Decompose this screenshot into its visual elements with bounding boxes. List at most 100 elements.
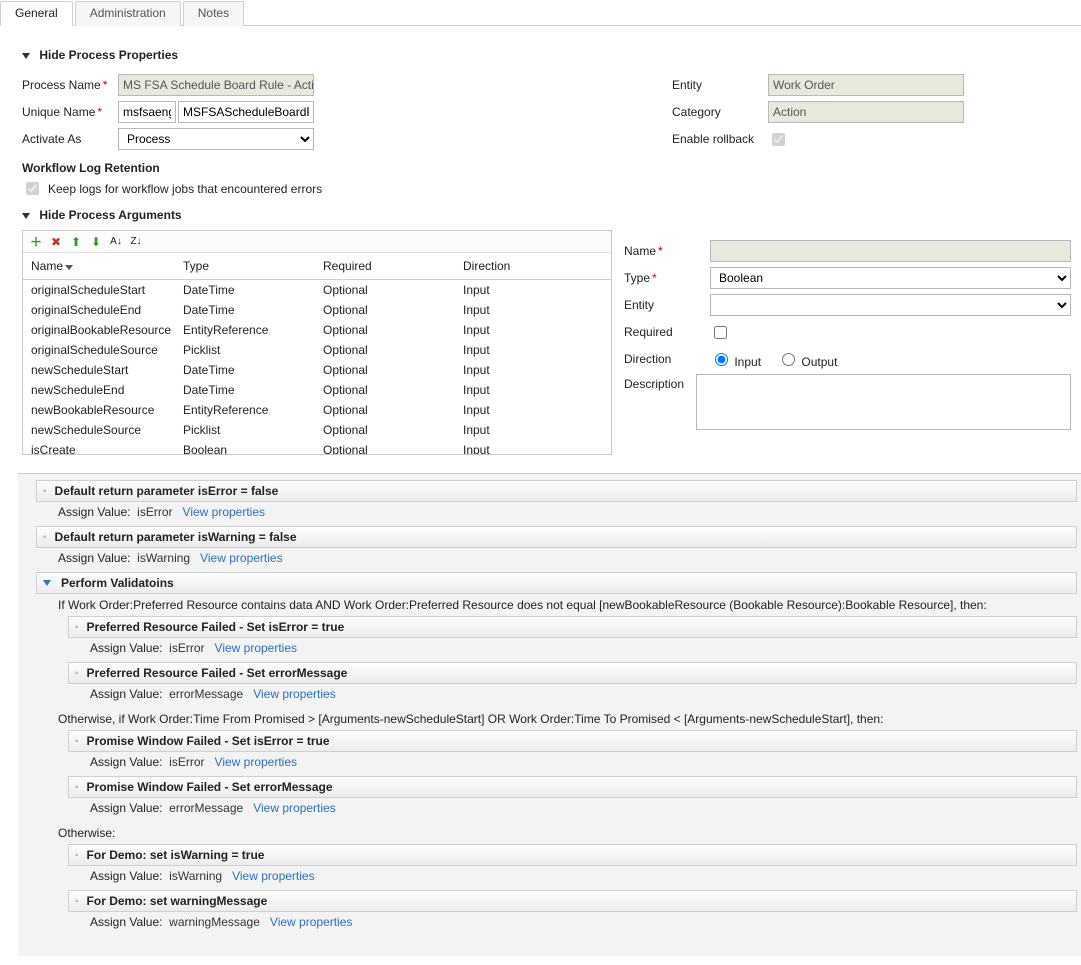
cell-type: DateTime xyxy=(183,283,323,297)
step-title: Preferred Resource Failed - Set errorMes… xyxy=(87,666,348,680)
argform-label-name: Name* xyxy=(624,244,710,258)
condition-text: Otherwise, if Work Order:Time From Promi… xyxy=(36,708,1077,730)
cell-direction: Input xyxy=(463,383,611,397)
table-row[interactable]: newBookableResourceEntityReferenceOption… xyxy=(23,400,611,420)
chevron-down-icon xyxy=(43,580,51,586)
cell-required: Optional xyxy=(323,363,463,377)
argform-type-select[interactable]: Boolean xyxy=(710,267,1071,289)
view-properties-link[interactable]: View properties xyxy=(183,505,266,519)
step-subline: Assign Value: isError View properties xyxy=(68,752,1077,774)
col-type[interactable]: Type xyxy=(183,259,323,273)
table-row[interactable]: originalScheduleSourcePicklistOptionalIn… xyxy=(23,340,611,360)
step-pref-res-iserror[interactable]: ◦ Preferred Resource Failed - Set isErro… xyxy=(68,616,1077,638)
cell-type: Picklist xyxy=(183,423,323,437)
keep-logs-checkbox[interactable] xyxy=(26,182,39,195)
step-promise-errmsg[interactable]: ◦ Promise Window Failed - Set errorMessa… xyxy=(68,776,1077,798)
cell-required: Optional xyxy=(323,403,463,417)
cell-direction: Input xyxy=(463,403,611,417)
table-row[interactable]: newScheduleSourcePicklistOptionalInput xyxy=(23,420,611,440)
tab-strip: General Administration Notes xyxy=(0,0,1081,26)
cell-name: originalScheduleSource xyxy=(23,343,183,357)
table-row[interactable]: originalScheduleStartDateTimeOptionalInp… xyxy=(23,280,611,300)
step-promise-iserror[interactable]: ◦ Promise Window Failed - Set isError = … xyxy=(68,730,1077,752)
table-row[interactable]: newScheduleEndDateTimeOptionalInput xyxy=(23,380,611,400)
enable-rollback-checkbox[interactable] xyxy=(772,133,785,146)
process-name-field: MS FSA Schedule Board Rule - Action Sa xyxy=(118,74,314,96)
sort-az-icon[interactable]: A↓ xyxy=(109,235,123,249)
cell-type: DateTime xyxy=(183,303,323,317)
cell-required: Optional xyxy=(323,423,463,437)
table-row[interactable]: originalScheduleEndDateTimeOptionalInput xyxy=(23,300,611,320)
view-properties-link[interactable]: View properties xyxy=(215,755,298,769)
col-direction[interactable]: Direction xyxy=(463,259,611,273)
argform-label-required: Required xyxy=(624,325,710,339)
label-process-name: Process Name* xyxy=(22,78,118,92)
cell-name: newScheduleEnd xyxy=(23,383,183,397)
category-field: Action xyxy=(768,101,964,123)
delete-icon[interactable]: ✖ xyxy=(49,235,63,249)
arrow-down-icon[interactable]: ⬇ xyxy=(89,235,103,249)
toggle-process-properties[interactable]: Hide Process Properties xyxy=(22,48,1071,62)
step-iswarning-false[interactable]: ◦ Default return parameter isWarning = f… xyxy=(36,526,1077,548)
argform-required-checkbox[interactable] xyxy=(714,326,727,339)
cell-type: DateTime xyxy=(183,363,323,377)
keep-logs-label: Keep logs for workflow jobs that encount… xyxy=(48,182,322,196)
col-required[interactable]: Required xyxy=(323,259,463,273)
view-properties-link[interactable]: View properties xyxy=(200,551,283,565)
step-pref-res-errmsg[interactable]: ◦ Preferred Resource Failed - Set errorM… xyxy=(68,662,1077,684)
cell-direction: Input xyxy=(463,363,611,377)
sort-za-icon[interactable]: Z↓ xyxy=(129,235,143,249)
view-properties-link[interactable]: View properties xyxy=(215,641,298,655)
argform-entity-select[interactable] xyxy=(710,294,1071,316)
cell-name: newBookableResource xyxy=(23,403,183,417)
arguments-grid: ＋ ✖ ⬆ ⬇ A↓ Z↓ Name Type Required Directi… xyxy=(22,230,612,455)
cell-name: originalScheduleEnd xyxy=(23,303,183,317)
argform-label-direction: Direction xyxy=(624,352,710,366)
workflow-log-retention-header: Workflow Log Retention xyxy=(22,161,642,175)
add-icon[interactable]: ＋ xyxy=(29,235,43,249)
bullet-icon: ◦ xyxy=(75,622,79,633)
label-unique-name: Unique Name* xyxy=(22,105,118,119)
argform-label-entity: Entity xyxy=(624,298,710,312)
unique-name-prefix[interactable] xyxy=(118,101,176,123)
step-perform-validations[interactable]: Perform Validatoins xyxy=(36,572,1077,594)
unique-name-field[interactable] xyxy=(178,101,314,123)
argform-direction-input[interactable]: Input xyxy=(710,350,761,369)
step-title: Promise Window Failed - Set errorMessage xyxy=(87,780,333,794)
chevron-down-icon xyxy=(22,213,30,219)
table-row[interactable]: isCreateBooleanOptionalInput xyxy=(23,440,611,454)
arguments-grid-body[interactable]: originalScheduleStartDateTimeOptionalInp… xyxy=(23,280,611,454)
step-title: Preferred Resource Failed - Set isError … xyxy=(87,620,345,634)
step-iserror-false[interactable]: ◦ Default return parameter isError = fal… xyxy=(36,480,1077,502)
bullet-icon: ◦ xyxy=(43,486,47,497)
step-title: For Demo: set warningMessage xyxy=(87,894,268,908)
tab-administration[interactable]: Administration xyxy=(75,1,181,26)
cell-direction: Input xyxy=(463,323,611,337)
activate-as-select[interactable]: Process xyxy=(118,128,314,150)
view-properties-link[interactable]: View properties xyxy=(232,869,315,883)
chevron-down-icon xyxy=(22,53,30,59)
view-properties-link[interactable]: View properties xyxy=(253,801,336,815)
cell-required: Optional xyxy=(323,283,463,297)
keep-logs-row[interactable]: Keep logs for workflow jobs that encount… xyxy=(22,179,642,198)
col-name[interactable]: Name xyxy=(23,259,183,273)
step-demo-warnmsg[interactable]: ◦ For Demo: set warningMessage xyxy=(68,890,1077,912)
tab-notes[interactable]: Notes xyxy=(183,1,244,26)
table-row[interactable]: originalBookableResourceEntityReferenceO… xyxy=(23,320,611,340)
bullet-icon: ◦ xyxy=(75,782,79,793)
toggle-process-arguments[interactable]: Hide Process Arguments xyxy=(22,208,1071,222)
bullet-icon: ◦ xyxy=(75,668,79,679)
tab-general[interactable]: General xyxy=(0,1,73,26)
process-arguments-title: Hide Process Arguments xyxy=(39,208,181,222)
argform-description[interactable] xyxy=(696,374,1071,430)
bullet-icon: ◦ xyxy=(75,896,79,907)
step-title: Default return parameter isWarning = fal… xyxy=(55,530,297,544)
arrow-up-icon[interactable]: ⬆ xyxy=(69,235,83,249)
view-properties-link[interactable]: View properties xyxy=(270,915,353,929)
argform-direction-output[interactable]: Output xyxy=(777,350,837,369)
step-demo-iswarning[interactable]: ◦ For Demo: set isWarning = true xyxy=(68,844,1077,866)
cell-required: Optional xyxy=(323,443,463,454)
view-properties-link[interactable]: View properties xyxy=(253,687,336,701)
cell-direction: Input xyxy=(463,283,611,297)
table-row[interactable]: newScheduleStartDateTimeOptionalInput xyxy=(23,360,611,380)
